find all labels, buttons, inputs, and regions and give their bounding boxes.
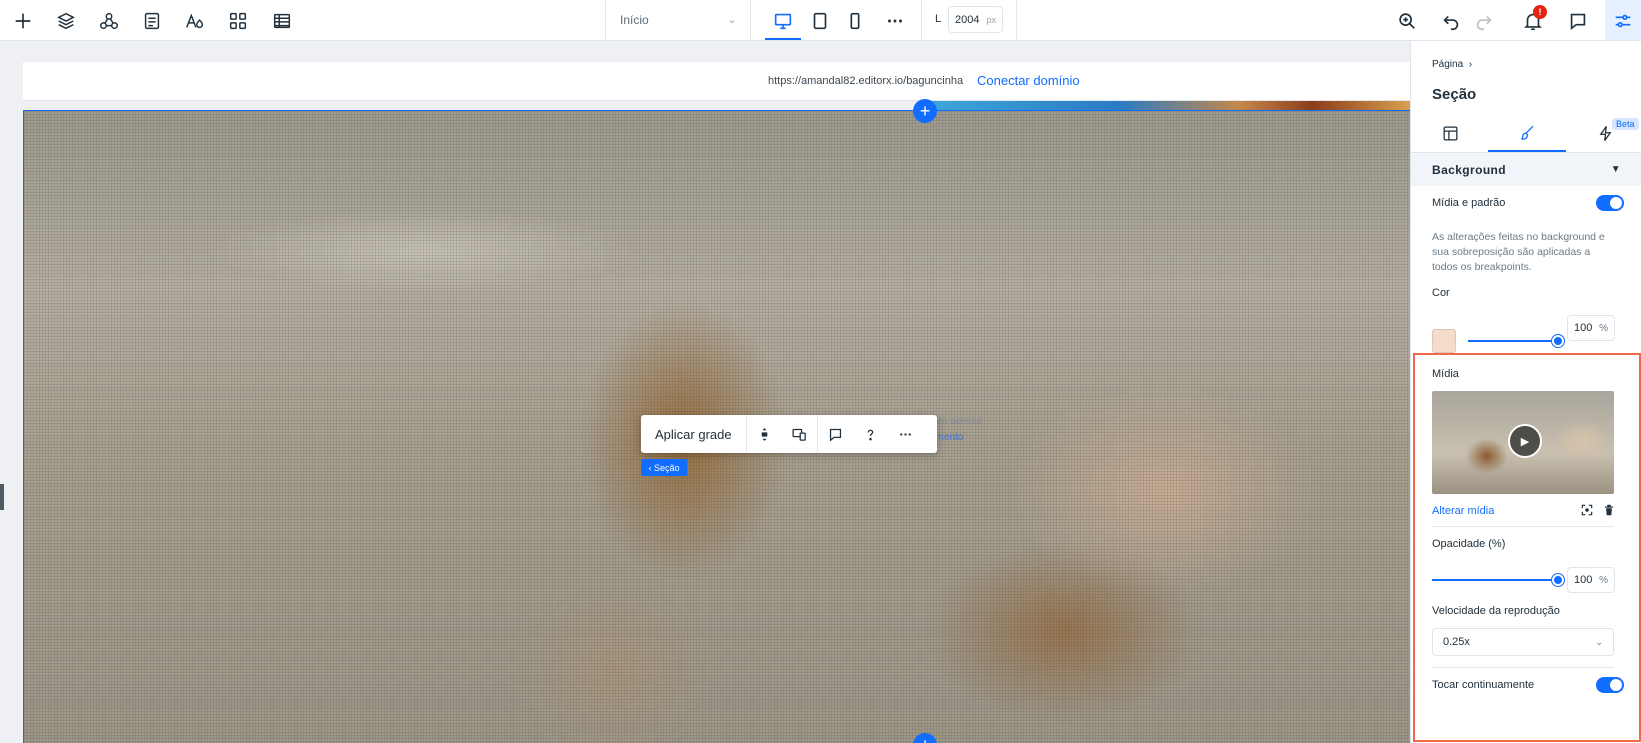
slider-handle[interactable] — [1552, 335, 1564, 347]
hidden-element-text: ram acesso — [930, 416, 982, 427]
components-icon[interactable] — [94, 6, 124, 36]
notifications-badge: ! — [1533, 5, 1547, 19]
redo-icon[interactable] — [1469, 6, 1499, 36]
media-thumbnail[interactable]: ▶ — [1432, 391, 1614, 494]
cms-table-icon[interactable] — [267, 6, 297, 36]
canvas-width-unit: px — [986, 14, 996, 25]
mobile-icon[interactable] — [840, 6, 870, 36]
color-swatch[interactable] — [1432, 329, 1456, 353]
divider — [1432, 526, 1614, 527]
slider-handle[interactable] — [1552, 574, 1564, 586]
page-select[interactable]: Início ⌄ — [606, 0, 750, 40]
background-section-header[interactable]: Background ▼ — [1411, 153, 1641, 186]
undo-icon[interactable] — [1436, 6, 1466, 36]
theme-fonts-icon[interactable] — [180, 6, 210, 36]
canvas-left-handle[interactable] — [0, 484, 4, 510]
color-opacity-input[interactable]: 100 % — [1567, 315, 1615, 341]
beta-badge: Beta — [1612, 118, 1639, 130]
media-opacity-slider[interactable] — [1432, 574, 1564, 586]
width-label: L — [935, 13, 942, 25]
brush-icon — [1520, 125, 1533, 140]
playback-speed-value: 0.25x — [1443, 636, 1470, 648]
add-section-above-button[interactable]: + — [913, 99, 937, 123]
help-icon[interactable] — [853, 415, 888, 453]
play-icon[interactable]: ▶ — [1508, 424, 1542, 458]
header-image-strip — [924, 101, 1410, 110]
percent-unit: % — [1599, 322, 1608, 334]
divider — [1432, 667, 1614, 668]
breadcrumb[interactable]: Página › — [1432, 59, 1472, 70]
media-pattern-toggle[interactable] — [1596, 195, 1624, 211]
canvas-width-value: 2004 — [955, 13, 980, 26]
percent-unit: % — [1599, 574, 1608, 586]
media-opacity-input[interactable]: 100 % — [1567, 567, 1615, 593]
slider-fill — [1432, 579, 1558, 581]
connect-domain-link[interactable]: Conectar domínio — [977, 73, 1080, 88]
more-actions-icon[interactable] — [888, 415, 923, 453]
opacity-label: Opacidade (%) — [1432, 538, 1506, 550]
add-icon[interactable] — [8, 6, 38, 36]
caret-down-icon: ▼ — [1610, 164, 1621, 175]
slider-fill — [1468, 340, 1558, 342]
tab-design[interactable] — [1488, 114, 1566, 152]
crop-focus-icon[interactable] — [1580, 503, 1594, 517]
media-pattern-label: Mídia e padrão — [1432, 197, 1506, 209]
color-label: Cor — [1432, 287, 1450, 299]
floating-toolbar: Aplicar grade — [641, 415, 937, 453]
tablet-icon[interactable] — [805, 6, 835, 36]
section-selection-tag[interactable]: ‹ Seção — [641, 459, 687, 476]
breakpoints-note: As alterações feitas no background e sua… — [1432, 231, 1605, 273]
page-select-value: Início — [620, 13, 649, 27]
toolbar-divider — [1016, 0, 1017, 40]
inspector-panel: Página › Seção Beta Background ▼ Mídia e… — [1410, 41, 1641, 743]
toolbar-divider — [750, 0, 751, 40]
layers-icon[interactable] — [51, 6, 81, 36]
playback-speed-label: Velocidade da reprodução — [1432, 605, 1560, 617]
background-header-label: Background — [1432, 162, 1507, 177]
pages-icon[interactable] — [137, 6, 167, 36]
apps-grid-icon[interactable] — [223, 6, 253, 36]
loop-label: Tocar continuamente — [1432, 679, 1535, 691]
comment-icon[interactable] — [818, 415, 853, 453]
site-url: https://amandal82.editorx.io/baguncinha — [768, 75, 964, 87]
media-opacity-value: 100 — [1574, 574, 1593, 586]
canvas-width-input[interactable]: 2004 px — [948, 6, 1003, 33]
panel-title: Seção — [1432, 86, 1477, 103]
desktop-icon[interactable] — [768, 6, 798, 36]
change-media-link[interactable]: Alterar mídia — [1432, 505, 1494, 517]
playback-speed-select[interactable]: 0.25x ⌄ — [1432, 628, 1614, 656]
chevron-down-icon: ⌄ — [727, 14, 736, 26]
loop-toggle[interactable] — [1596, 677, 1624, 693]
tab-layout[interactable] — [1411, 114, 1489, 152]
site-url-bar: https://amandal82.editorx.io/baguncinha … — [23, 62, 1410, 101]
responsive-icon[interactable] — [782, 415, 817, 453]
layout-icon — [1443, 126, 1457, 140]
trash-icon[interactable] — [1602, 503, 1616, 517]
toolbar-divider — [921, 0, 922, 40]
color-opacity-slider[interactable] — [1468, 335, 1564, 347]
more-devices-icon[interactable] — [880, 6, 910, 36]
arrange-layers-icon[interactable] — [747, 415, 782, 453]
color-opacity-value: 100 — [1574, 322, 1593, 334]
top-toolbar: Início ⌄ L 2004 px ! — [0, 0, 1641, 41]
comments-icon[interactable] — [1563, 6, 1593, 36]
media-label: Mídia — [1432, 368, 1459, 380]
breadcrumb-page[interactable]: Página — [1432, 59, 1463, 70]
zoom-icon[interactable] — [1392, 6, 1422, 36]
chevron-right-icon: › — [1465, 59, 1473, 70]
apply-grid-button[interactable]: Aplicar grade — [641, 415, 747, 453]
inspector-settings-icon[interactable] — [1608, 6, 1638, 36]
chevron-down-icon: ⌄ — [1595, 636, 1603, 647]
